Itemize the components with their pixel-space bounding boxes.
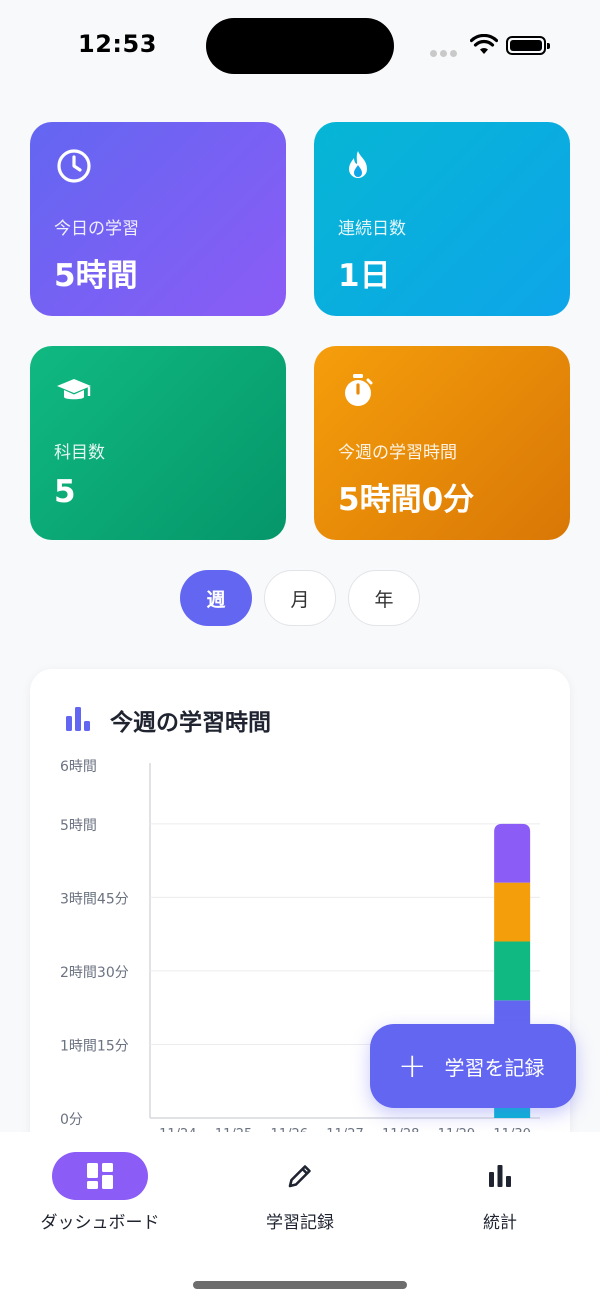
- nav-item-dashboard[interactable]: ダッシュボード: [0, 1152, 200, 1233]
- plus-icon: +: [398, 1046, 427, 1086]
- stat-value: 5時間0分: [338, 482, 475, 518]
- stat-card-streak[interactable]: 連続日数 1日: [314, 122, 570, 316]
- stat-card-today-study[interactable]: 今日の学習 5時間: [30, 122, 286, 316]
- flame-icon: [349, 151, 367, 178]
- status-time: 12:53: [78, 30, 157, 58]
- dynamic-island: [206, 18, 394, 74]
- graduation-cap-icon: [57, 379, 91, 400]
- tab-week[interactable]: 週: [180, 570, 252, 626]
- bar-chart-icon: [489, 1165, 511, 1187]
- bottom-nav: ダッシュボード 学習記録 統計: [0, 1132, 600, 1299]
- y-tick-label: 1時間15分: [60, 1038, 129, 1054]
- nav-label: 学習記録: [266, 1213, 334, 1233]
- stat-value: 5時間: [54, 258, 138, 294]
- stopwatch-icon: [345, 374, 373, 406]
- y-tick-label: 2時間30分: [60, 965, 129, 981]
- nav-item-study-record[interactable]: 学習記録: [200, 1152, 400, 1233]
- nav-label: 統計: [483, 1213, 517, 1233]
- stat-card-weekly-time[interactable]: 今週の学習時間 5時間0分: [314, 346, 570, 540]
- bar-segment: [494, 882, 531, 942]
- record-study-button[interactable]: + 学習を記録: [370, 1024, 576, 1108]
- status-bar: 12:53: [0, 0, 600, 90]
- y-tick-label: 6時間: [60, 759, 97, 775]
- pencil-icon: [288, 1165, 311, 1188]
- weekly-chart-card: 今週の学習時間 0分1時間15分2時間30分3時間45分5時間6時間11/241…: [30, 669, 570, 1189]
- y-tick-label: 3時間45分: [60, 891, 129, 907]
- clock-icon: [57, 149, 91, 183]
- tab-year[interactable]: 年: [348, 570, 420, 626]
- y-tick-label: 5時間: [60, 818, 97, 834]
- bar-chart: 0分1時間15分2時間30分3時間45分5時間6時間11/2411/2511/2…: [60, 759, 540, 1142]
- stat-label: 今日の学習: [54, 219, 139, 239]
- stat-value: 5: [54, 474, 76, 510]
- battery-icon: [506, 36, 550, 55]
- stat-value: 1日: [338, 258, 391, 294]
- stat-label: 科目数: [54, 443, 105, 463]
- stat-card-subjects[interactable]: 科目数 5: [30, 346, 286, 540]
- bar-segment: [494, 823, 531, 883]
- wifi-icon: [470, 34, 498, 54]
- nav-item-statistics[interactable]: 統計: [400, 1152, 600, 1233]
- record-study-label: 学習を記録: [444, 1055, 545, 1080]
- home-indicator: [193, 1281, 407, 1289]
- bar-segment: [494, 941, 531, 1001]
- y-tick-label: 0分: [60, 1112, 83, 1128]
- dashboard-icon: [87, 1163, 113, 1189]
- stat-label: 連続日数: [338, 219, 406, 239]
- signal-icon: [430, 42, 460, 61]
- stat-label: 今週の学習時間: [338, 443, 457, 463]
- nav-label: ダッシュボード: [40, 1213, 160, 1233]
- tab-month[interactable]: 月: [264, 570, 336, 626]
